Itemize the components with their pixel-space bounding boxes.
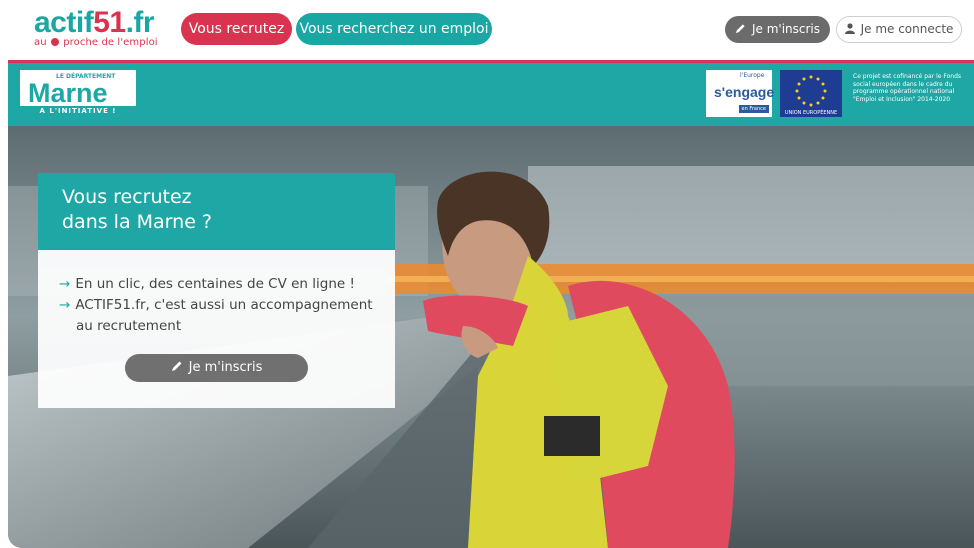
hero-title-line2: dans la Marne ? — [62, 211, 213, 233]
eu-stars-icon — [795, 75, 827, 107]
partner-band: LE DÉPARTEMENT Marne A L'INITIATIVE ! l'… — [8, 60, 974, 126]
nav-recruit-button[interactable]: Vous recrutez — [181, 13, 292, 45]
logo-dot-icon — [50, 38, 59, 46]
hero-card-body: → En un clic, des centaines de CV en lign… — [38, 250, 395, 408]
arrow-right-icon: → — [59, 297, 71, 313]
signup-button[interactable]: Je m'inscris — [725, 16, 830, 43]
hero-bullet-2-continued: au recrutement — [76, 318, 182, 334]
europe-engage-logo: l'Europe s'engage en France — [706, 70, 774, 117]
hero-signup-button[interactable]: Je m'inscris — [125, 354, 308, 382]
logo-wordmark: actif51.fr — [34, 6, 155, 39]
logo-tagline: au proche de l'emploi — [34, 37, 158, 48]
marne-department-logo[interactable]: LE DÉPARTEMENT Marne A L'INITIATIVE ! — [20, 70, 136, 117]
top-bar: actif51.fr au proche de l'emploi Vous re… — [0, 0, 974, 60]
arrow-right-icon: → — [59, 276, 71, 292]
pencil-icon — [171, 361, 182, 371]
hero-title-line1: Vous recrutez — [62, 186, 192, 208]
nav-job-search-button[interactable]: Vous recherchez un emploi — [296, 13, 492, 45]
user-icon — [844, 23, 855, 34]
hero-card-header: Vous recrutez dans la Marne ? — [38, 173, 395, 250]
eu-flag-logo: UNION EUROPÉENNE — [780, 70, 842, 117]
actif51-logo[interactable]: actif51.fr au proche de l'emploi — [34, 6, 158, 49]
marne-tagline: A L'INITIATIVE ! — [20, 106, 136, 117]
hero-bullet-1: → En un clic, des centaines de CV en lign… — [59, 276, 355, 292]
login-button[interactable]: Je me connecte — [836, 16, 962, 43]
hero-bullet-2: → ACTIF51.fr, c'est aussi un accompagneme… — [59, 297, 373, 313]
esf-funding-text: Ce projet est cofinancé par le Fonds soc… — [853, 73, 961, 103]
pencil-icon — [735, 24, 745, 34]
marne-name: Marne — [28, 78, 108, 108]
